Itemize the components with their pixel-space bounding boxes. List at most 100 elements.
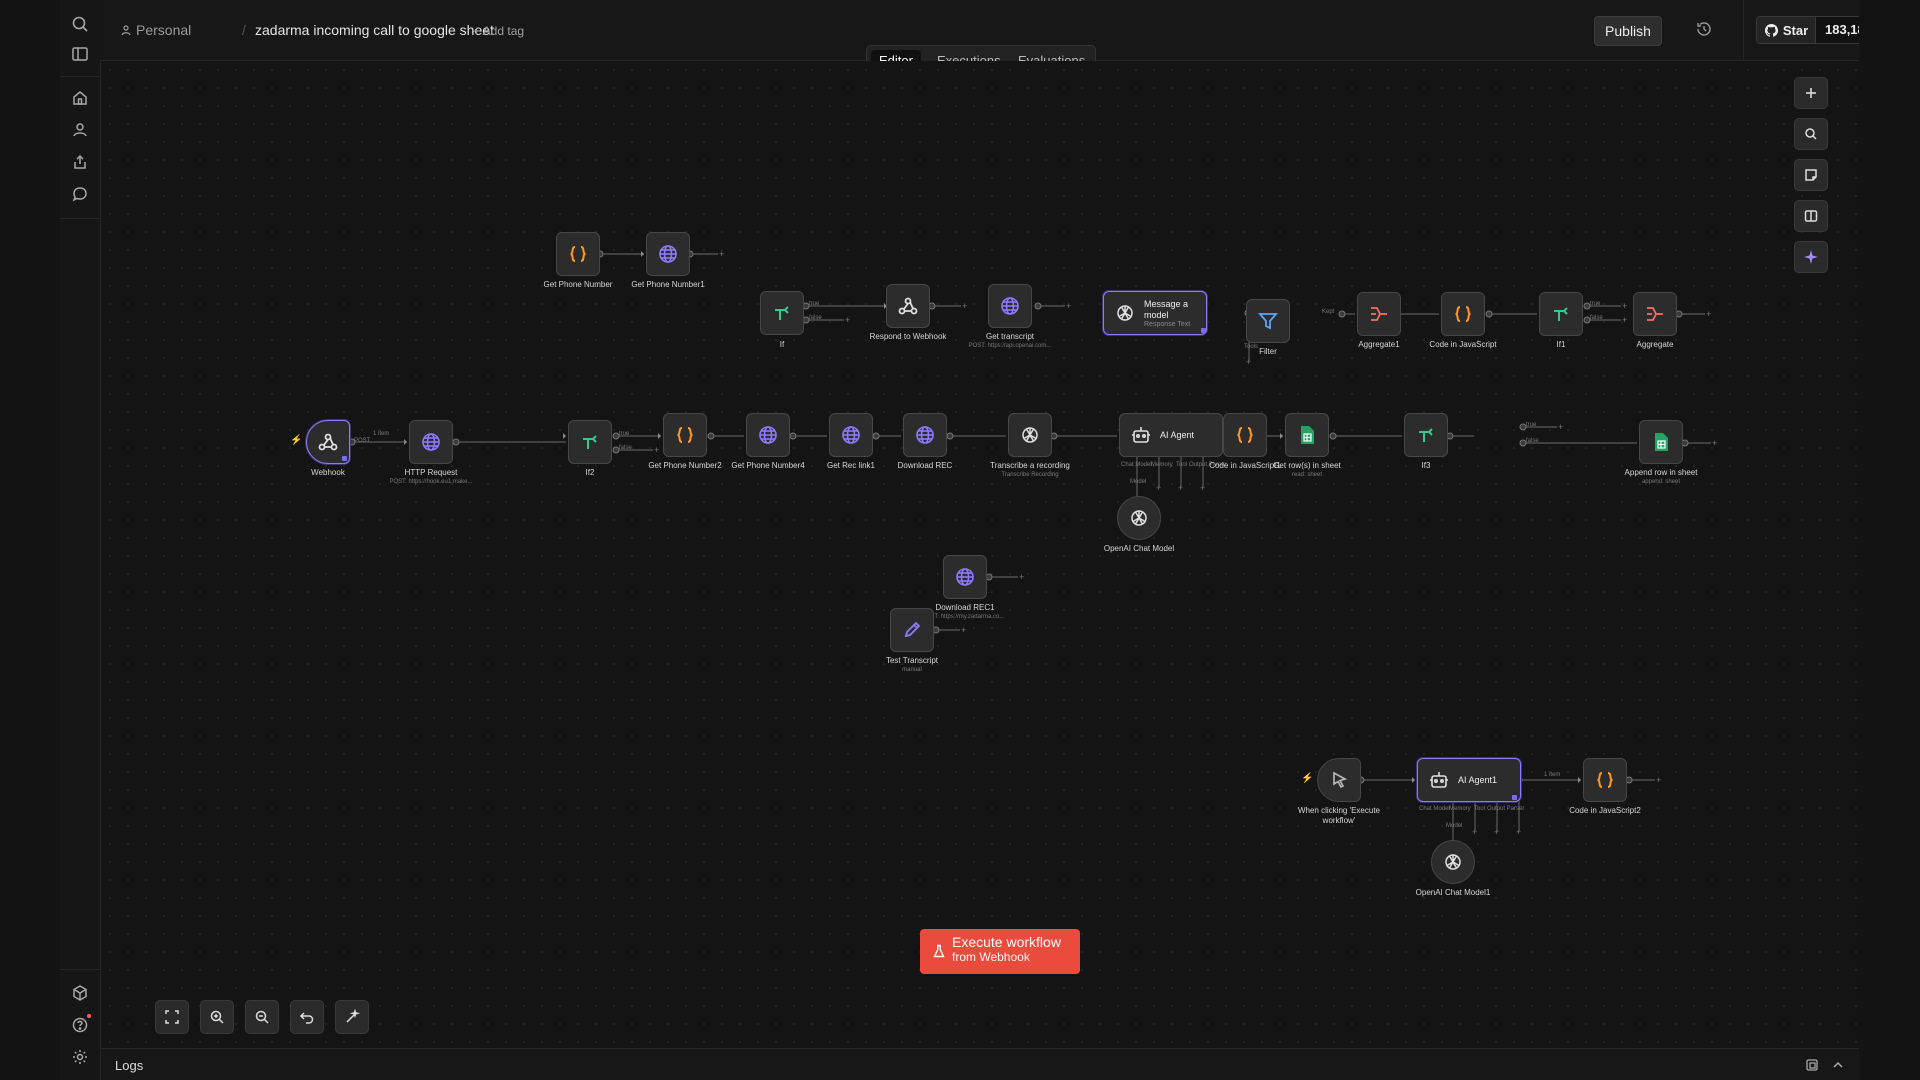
node-label: Respond to Webhook [869, 332, 947, 341]
zoom-in-button[interactable] [200, 1000, 234, 1034]
branch-icon [1550, 303, 1572, 325]
workflow-canvas[interactable]: +++ +++ +++ ++ +++ +++ ++ ++++ Get Phone… [101, 61, 1859, 1048]
node-if1[interactable] [1539, 292, 1583, 336]
node-respond-to-webhook[interactable] [886, 284, 930, 328]
node-get-phone-number[interactable] [556, 232, 600, 276]
node-label: HTTP Request [404, 468, 458, 477]
github-star-widget[interactable]: Star 183,187 [1756, 16, 1859, 44]
node-code-in-javascript1[interactable] [1223, 413, 1267, 457]
node-get-phone-number1[interactable] [646, 232, 690, 276]
node-subtitle: POST: https://hook.eu1.make... [389, 479, 473, 485]
pinned-data-marker [342, 456, 347, 461]
workflow-name[interactable]: zadarma incoming call to google sheet [255, 22, 494, 38]
code-braces-icon [674, 424, 696, 446]
pinned-data-marker [1201, 328, 1206, 333]
flask-icon [933, 944, 945, 958]
node-ai-agent[interactable]: AI Agent [1119, 413, 1223, 457]
node-label: Get row(s) in sheet [1273, 461, 1341, 470]
node-get-phone-number4[interactable] [746, 413, 790, 457]
node-aggregate[interactable] [1633, 292, 1677, 336]
fit-view-button[interactable] [155, 1000, 189, 1034]
execute-workflow-button[interactable]: Execute workflow from Webhook [920, 929, 1080, 974]
sticky-note-button[interactable] [1794, 159, 1828, 191]
templates-icon[interactable] [70, 983, 90, 1003]
zoom-in-icon [210, 1010, 224, 1024]
node-message-a-model[interactable]: Message a model Response Text [1103, 291, 1207, 335]
search-nodes-button[interactable] [1794, 118, 1828, 150]
svg-text:+: + [845, 315, 850, 325]
node-get-transcript[interactable] [988, 284, 1032, 328]
port-tool-label: Tool [1176, 462, 1188, 468]
node-code-in-javascript2[interactable] [1583, 758, 1627, 802]
node-openai-chat-model1[interactable] [1431, 840, 1475, 884]
node-ai-agent1[interactable]: AI Agent1 [1417, 758, 1521, 802]
node-get-rec-link1[interactable] [829, 413, 873, 457]
node-openai-chat-model[interactable] [1117, 496, 1161, 540]
pop-out-icon[interactable] [1805, 1058, 1819, 1072]
settings-gear-icon[interactable] [70, 1047, 90, 1067]
svg-text:+: + [1712, 438, 1717, 448]
topbar-divider [1743, 0, 1744, 60]
branch-icon [579, 431, 601, 453]
chat-icon[interactable] [70, 184, 90, 204]
ai-assistant-button[interactable] [1794, 241, 1828, 273]
toggle-panel-button[interactable] [1794, 200, 1828, 232]
breadcrumb-owner[interactable]: Personal [120, 22, 191, 38]
user-icon[interactable] [70, 120, 90, 140]
undo-button[interactable] [290, 1000, 324, 1034]
branch-icon [1415, 424, 1437, 446]
breadcrumb-separator: / [242, 22, 246, 38]
svg-text:+: + [1200, 483, 1205, 493]
node-get-rows-in-sheet[interactable] [1285, 413, 1329, 457]
github-icon [1764, 23, 1778, 37]
zoom-out-button[interactable] [245, 1000, 279, 1034]
add-node-button[interactable] [1794, 77, 1828, 109]
node-transcribe-a-recording[interactable] [1008, 413, 1052, 457]
add-tag-button[interactable]: + Add tag [473, 24, 524, 38]
node-aggregate1[interactable] [1357, 292, 1401, 336]
panel-toggle-icon[interactable] [70, 44, 90, 64]
svg-text:+: + [1472, 827, 1477, 837]
svg-text:+: + [1558, 422, 1563, 432]
code-braces-icon [1594, 769, 1616, 791]
node-subtitle: Response Text [1144, 320, 1191, 328]
openai-icon [1114, 302, 1136, 324]
logs-label: Logs [115, 1058, 144, 1073]
node-filter[interactable] [1246, 299, 1290, 343]
share-icon[interactable] [70, 152, 90, 172]
port-chat-model-label: Chat Model [1121, 462, 1152, 468]
svg-text:+: + [962, 301, 967, 311]
code-braces-icon [1452, 303, 1474, 325]
pinned-data-marker [1512, 795, 1517, 800]
logs-panel-bar[interactable]: Logs [101, 1048, 1859, 1080]
node-get-phone-number2[interactable] [663, 413, 707, 457]
search-icon[interactable] [70, 14, 90, 34]
node-manual-trigger[interactable] [1317, 758, 1361, 802]
publish-button[interactable]: Publish [1594, 16, 1662, 46]
svg-text:+: + [1178, 483, 1183, 493]
node-download-rec[interactable] [903, 413, 947, 457]
node-if3[interactable] [1404, 413, 1448, 457]
fit-view-icon [165, 1010, 179, 1024]
node-label: Filter [1259, 347, 1277, 356]
node-if[interactable] [760, 291, 804, 335]
tidy-up-button[interactable] [335, 1000, 369, 1034]
branch-icon [771, 302, 793, 324]
port-model-label: Model [1446, 823, 1463, 829]
chevron-up-icon[interactable] [1831, 1058, 1845, 1072]
help-icon[interactable] [70, 1015, 90, 1035]
code-braces-icon [1234, 424, 1256, 446]
node-if2[interactable] [568, 420, 612, 464]
node-http-request[interactable] [409, 420, 453, 464]
github-star-button[interactable]: Star [1757, 17, 1815, 43]
node-download-rec1[interactable] [943, 555, 987, 599]
home-icon[interactable] [70, 88, 90, 108]
node-append-row-in-sheet[interactable] [1639, 420, 1683, 464]
node-title: AI Agent1 [1458, 774, 1498, 785]
trigger-bolt-icon: ⚡ [290, 435, 303, 446]
node-code-in-javascript[interactable] [1441, 292, 1485, 336]
svg-text:+: + [1156, 483, 1161, 493]
history-icon[interactable] [1695, 20, 1715, 40]
svg-text:+: + [654, 445, 659, 455]
node-test-transcript[interactable] [890, 608, 934, 652]
